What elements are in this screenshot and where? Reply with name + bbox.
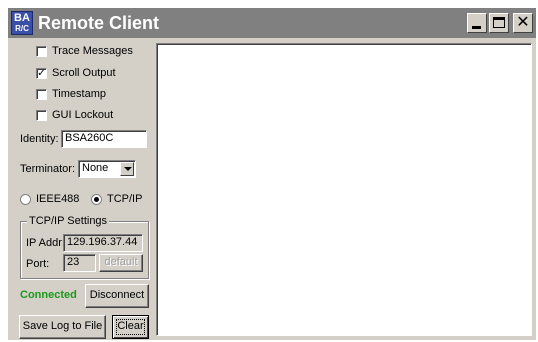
chevron-down-icon[interactable] [120,162,134,176]
ip-address-label: IP Addr: [26,237,65,249]
terminator-select[interactable]: None [78,160,136,178]
save-log-button[interactable]: Save Log to File [19,315,106,339]
tcpip-settings-title: TCP/IP Settings [27,215,110,227]
app-icon: BA R/C [11,11,33,35]
gui-lockout-checkbox[interactable] [36,109,47,121]
output-area[interactable] [156,43,532,336]
remote-client-window: BA R/C Remote Client ✕ Trace Messages ✓ … [8,8,536,340]
disconnect-button[interactable]: Disconnect [85,284,149,308]
minimize-button[interactable] [467,13,487,33]
ip-address-field[interactable]: 129.196.37.44 [63,234,143,252]
identity-label: Identity: [20,133,59,145]
check-mark-icon: ✓ [37,67,46,79]
timestamp-option[interactable]: Timestamp [36,86,106,102]
title-bar[interactable]: BA R/C Remote Client ✕ [8,8,536,38]
tcpip-label: TCP/IP [107,193,143,205]
tcpip-option[interactable]: TCP/IP [91,192,142,206]
ieee488-option[interactable]: IEEE488 [20,192,79,206]
scroll-output-checkbox[interactable]: ✓ [36,67,47,79]
focus-ring [116,319,145,335]
scroll-output-label: Scroll Output [52,67,116,79]
tcpip-radio[interactable] [91,193,102,205]
trace-messages-label: Trace Messages [52,45,133,57]
port-field[interactable]: 23 [63,254,96,272]
maximize-button[interactable] [489,13,509,33]
gui-lockout-option[interactable]: GUI Lockout [36,107,113,123]
minimize-icon [472,26,481,29]
connection-status: Connected [20,289,77,301]
ieee488-radio[interactable] [20,193,31,205]
window-title: Remote Client [38,13,160,33]
maximize-icon [493,17,505,28]
timestamp-label: Timestamp [52,88,106,100]
app-icon-text-top: BA [14,12,30,24]
app-icon-text-bottom: R/C [15,24,29,33]
trace-messages-checkbox[interactable] [36,45,47,57]
trace-messages-option[interactable]: Trace Messages [36,43,133,59]
port-label: Port: [26,258,50,270]
close-icon: ✕ [516,14,530,31]
scroll-output-option[interactable]: ✓ Scroll Output [36,65,116,81]
close-button[interactable]: ✕ [513,13,533,33]
gui-lockout-label: GUI Lockout [52,109,114,121]
terminator-label: Terminator: [20,163,76,175]
clear-button[interactable]: Clear [112,315,149,339]
timestamp-checkbox[interactable] [36,88,47,100]
identity-field[interactable]: BSA260C [61,130,147,148]
ieee488-label: IEEE488 [36,193,80,205]
default-port-button[interactable]: default [99,254,143,272]
terminator-selected-value: None [82,162,109,174]
